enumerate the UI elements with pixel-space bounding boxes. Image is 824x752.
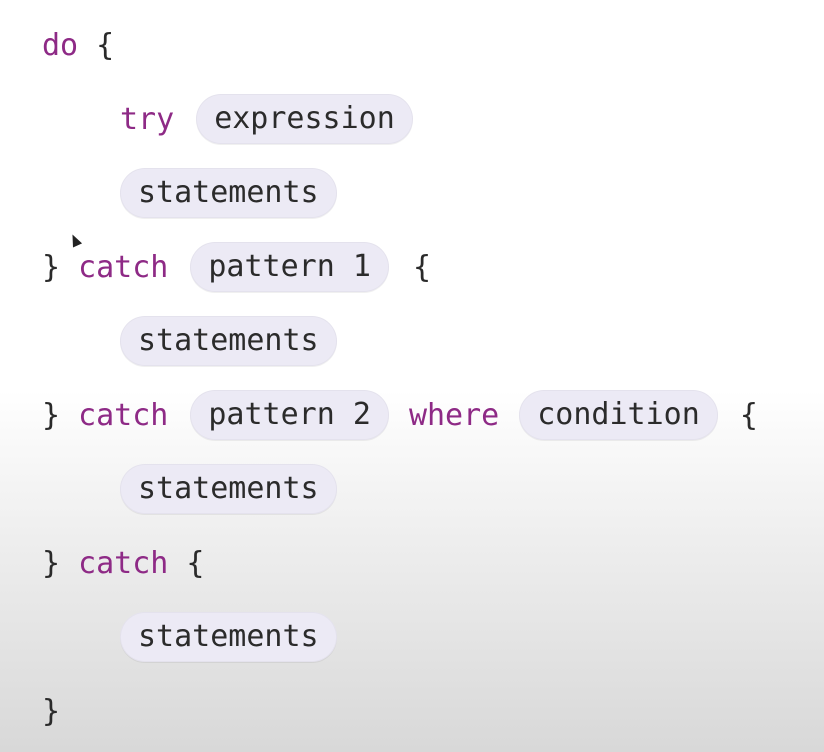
code-line-catch-2: } catch pattern 2 where condition {	[42, 388, 758, 442]
catch-keyword: catch	[78, 545, 169, 581]
statements-placeholder[interactable]: statements	[120, 464, 337, 514]
condition-placeholder[interactable]: condition	[519, 390, 718, 440]
close-brace: }	[42, 397, 61, 433]
expression-placeholder[interactable]: expression	[196, 94, 413, 144]
close-brace: }	[42, 249, 61, 285]
statements-placeholder[interactable]: statements	[120, 316, 337, 366]
statements-placeholder[interactable]: statements	[120, 168, 337, 218]
code-line-try: try expression	[120, 92, 413, 146]
pattern-2-placeholder[interactable]: pattern 2	[190, 390, 389, 440]
catch-keyword: catch	[78, 249, 169, 285]
statements-placeholder[interactable]: statements	[120, 612, 337, 662]
where-keyword: where	[408, 397, 500, 433]
close-brace: }	[42, 693, 61, 729]
code-line-statements-1: statements	[120, 166, 337, 220]
open-brace: {	[96, 27, 115, 63]
open-brace: {	[186, 545, 205, 581]
pattern-1-placeholder[interactable]: pattern 1	[190, 242, 389, 292]
try-keyword: try	[120, 101, 175, 137]
catch-keyword: catch	[78, 397, 169, 433]
code-line-statements-2: statements	[120, 314, 337, 368]
open-brace: {	[412, 249, 431, 285]
code-line-close: }	[42, 684, 60, 738]
code-line-statements-4: statements	[120, 610, 337, 664]
code-line-do: do {	[42, 18, 114, 72]
open-brace: {	[739, 397, 758, 433]
close-brace: }	[42, 545, 61, 581]
code-line-catch-3: } catch {	[42, 536, 204, 590]
code-line-statements-3: statements	[120, 462, 337, 516]
code-line-catch-1: } catch pattern 1 {	[42, 240, 431, 294]
do-keyword: do	[42, 27, 79, 63]
